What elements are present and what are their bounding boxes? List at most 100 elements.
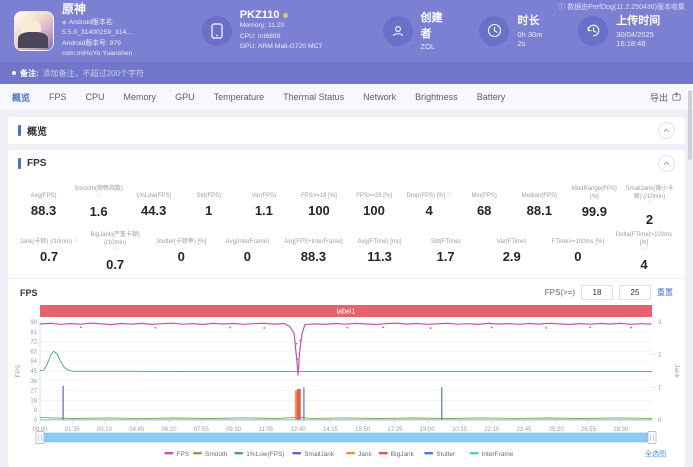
tab-memory[interactable]: Memory [124, 92, 157, 102]
fps-outlier-dot [295, 343, 298, 345]
right-axis-title: Jank [673, 364, 680, 378]
diamond-icon: ◆ [62, 19, 67, 26]
x-axis-tick-label: 15:50 [355, 427, 371, 433]
tab-battery[interactable]: Battery [477, 92, 506, 102]
device-memory: Memory: 11.20 [239, 22, 285, 30]
legend-marker [424, 452, 434, 455]
phone-icon [201, 16, 232, 46]
x-axis-tick-label: 12:40 [291, 427, 307, 433]
stat-cell: FPS>=25 [%] 100 [356, 192, 392, 218]
upload-time-label: 上传时间 [616, 15, 661, 28]
fps-outlier-dot [630, 326, 632, 329]
reset-link[interactable]: 重置 [657, 287, 673, 298]
series-fps [39, 322, 652, 376]
legend-marker [164, 452, 174, 455]
info-icon[interactable]: ⓘ [73, 238, 79, 245]
legend-label: Jank [358, 451, 372, 458]
tab-thermal-status[interactable]: Thermal Status [283, 92, 344, 102]
section-accent-bar [18, 125, 21, 136]
stat-cell: Avg(InterFrame) 0 [225, 238, 270, 264]
legend-marker [234, 452, 244, 455]
fps-chart-svg: 091827364554637281900123FPS Janklabel100:… [15, 305, 680, 458]
creator-value: ZOL [420, 41, 436, 51]
legend-label: Stutter [436, 451, 456, 458]
x-axis-tick-label: 06:20 [162, 427, 178, 433]
stat-cell: Min(FPS) 68 [471, 192, 497, 218]
legend-marker [378, 452, 388, 455]
brush-bar[interactable] [39, 432, 653, 443]
upload-time-value: 30/04/2025 16:18:48 [616, 29, 654, 48]
legend-item-smooth[interactable]: Smooth [193, 451, 228, 458]
fps-outlier-dot [545, 327, 547, 329]
fps-outlier-dot [297, 367, 300, 369]
series-smooth [39, 416, 653, 420]
info-icon[interactable]: ⓘ [96, 193, 102, 200]
info-icon: ⓘ [558, 4, 566, 11]
tab-cpu[interactable]: CPU [86, 92, 105, 102]
brush-handle-right[interactable] [647, 431, 657, 445]
upload-time-block: 上传时间 30/04/2025 16:18:48 [578, 14, 679, 48]
y-axis-tick-label: 36 [30, 379, 37, 385]
scrollbar[interactable] [688, 90, 692, 460]
legend-item-smalljank[interactable]: SmallJank [292, 451, 335, 458]
x-axis-tick-label: 26:55 [581, 427, 597, 433]
legend-item-jank[interactable]: Jank [346, 451, 372, 458]
app-package: com.miHoYo.Yuanshen [62, 50, 133, 58]
app-icon [14, 11, 54, 51]
x-axis-tick-label: 11:05 [259, 427, 274, 433]
duration-label: 时长 [517, 15, 540, 28]
select-all-link[interactable]: 全选图 [645, 449, 666, 458]
note-label: 备注: [20, 68, 39, 78]
overview-collapse-button[interactable] [658, 122, 675, 139]
fps-outlier-dot [79, 326, 82, 329]
tab-fps[interactable]: FPS [49, 92, 67, 102]
info-icon[interactable]: ⓘ [642, 247, 648, 254]
legend-item-1-low-fps-[interactable]: 1%Low(FPS) [234, 451, 284, 458]
x-axis-tick-label: 20:35 [452, 427, 468, 433]
legend-label: InterFrame [482, 451, 514, 458]
tab-brightness[interactable]: Brightness [415, 92, 458, 102]
stat-cell: Avg(FPS+InterFrame) 88.3 [284, 238, 343, 264]
y-axis-title: FPS [15, 364, 22, 377]
legend-label: SmallJank [304, 451, 335, 458]
info-icon[interactable]: ⓘ [113, 247, 119, 254]
brush-handle-left[interactable] [35, 431, 45, 445]
x-axis-tick-label: 25:20 [549, 427, 565, 433]
legend-item-bigjank[interactable]: BigJank [378, 451, 415, 458]
fps-outlier-dot [490, 326, 493, 329]
stat-cell: FPS>=18 [%] 100 [301, 192, 337, 218]
info-icon[interactable]: ⓘ [647, 201, 653, 208]
stat-cell: BigJank(严重卡顿) (/10min) ⓘ 0.7 [90, 231, 140, 273]
app-version-name: Android版本名: 5.5.0_31400259_314... [62, 18, 132, 37]
tab-network[interactable]: Network [363, 92, 396, 102]
stat-cell: FTime>=100ms [%] 0 [551, 238, 604, 264]
fps-outlier-dot [263, 327, 266, 330]
legend-label: FPS [176, 451, 189, 458]
fps-collapse-button[interactable] [658, 155, 675, 172]
x-axis-tick-label: 03:10 [97, 427, 113, 433]
legend-item-interframe[interactable]: InterFrame [469, 451, 514, 458]
fps-outlier-dot [589, 326, 592, 329]
stat-cell: MedRange(FPS)[%] 99.9 [571, 186, 617, 220]
annotation-label: label1 [337, 309, 356, 316]
fps-threshold-input-2[interactable] [619, 285, 651, 301]
tab-temperature[interactable]: Temperature [214, 92, 265, 102]
note-bar[interactable]: 备注: 添加备注，不超过200个字符 [0, 62, 693, 84]
export-button[interactable]: 导出 [650, 91, 681, 104]
legend-item-fps[interactable]: FPS [164, 451, 190, 458]
tab-gpu[interactable]: GPU [175, 92, 195, 102]
stat-cell: Stutter(卡顿率) [%] 0 [156, 238, 207, 264]
fps-filter-label: FPS(>=) [544, 288, 575, 298]
right-axis-tick-label: 3 [658, 320, 662, 326]
stat-cell: Avg(FTime) [ms] 11.3 [357, 238, 402, 264]
fps-threshold-input-1[interactable] [581, 285, 613, 301]
tab-概览[interactable]: 概览 [12, 91, 30, 104]
info-icon[interactable]: ⓘ [446, 193, 452, 200]
x-axis-tick-label: 14:15 [323, 427, 339, 433]
x-axis-tick-label: 17:25 [387, 427, 403, 433]
duration-value: 0h 30m 2s [517, 29, 543, 48]
legend-marker [292, 452, 302, 455]
export-icon [672, 91, 681, 103]
stat-cell: Std(FTime) 1.7 [430, 238, 461, 264]
legend-item-stutter[interactable]: Stutter [424, 451, 456, 458]
